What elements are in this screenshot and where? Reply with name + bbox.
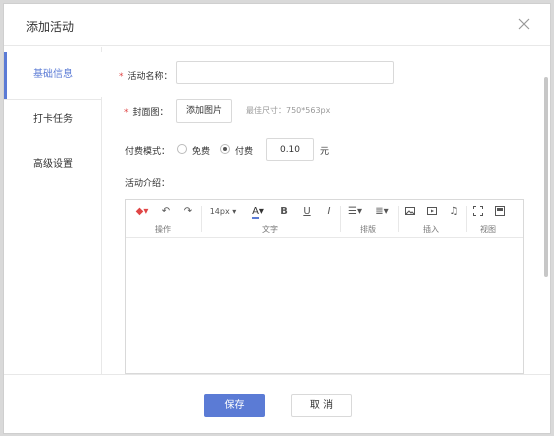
scrollbar[interactable] bbox=[543, 47, 549, 374]
editor-toolbar: ◆▾ ↶ ↷ 操作 14px ▾ A▾ B U I 文字 ☰▾ ≣▾ 排版 ♫ … bbox=[126, 200, 523, 238]
sidebar-item-label: 打卡任务 bbox=[33, 114, 73, 125]
dialog-footer: 保存 取 消 bbox=[4, 374, 550, 433]
scrollbar-thumb[interactable] bbox=[544, 77, 548, 277]
bold-icon[interactable]: B bbox=[279, 206, 289, 218]
font-size-select[interactable]: 14px ▾ bbox=[207, 206, 239, 218]
activity-name-input[interactable] bbox=[176, 61, 394, 84]
save-button[interactable]: 保存 bbox=[204, 394, 265, 417]
align-icon[interactable]: ☰▾ bbox=[346, 206, 364, 218]
toolbar-separator bbox=[340, 206, 341, 232]
undo-icon[interactable]: ↶ bbox=[160, 206, 172, 218]
italic-icon[interactable]: I bbox=[324, 206, 334, 218]
paid-radio-label: 付费 bbox=[235, 147, 254, 157]
list-icon[interactable]: ≣▾ bbox=[372, 206, 392, 218]
price-input[interactable] bbox=[266, 138, 314, 161]
sidebar-item-label: 基础信息 bbox=[33, 69, 73, 80]
sidebar-item-label: 高级设置 bbox=[33, 159, 73, 170]
toolbar-separator bbox=[466, 206, 467, 232]
video-icon[interactable] bbox=[426, 206, 438, 218]
required-mark: * bbox=[124, 108, 129, 118]
activity-name-label: * 活动名称： bbox=[119, 72, 173, 82]
clear-format-icon[interactable]: ◆▾ bbox=[132, 206, 152, 218]
toolbar-group-text: 文字 bbox=[262, 225, 278, 234]
cover-image-label: * 封面图： bbox=[124, 108, 169, 118]
dialog-header: 添加活动 bbox=[4, 4, 550, 46]
music-icon[interactable]: ♫ bbox=[448, 206, 460, 218]
close-icon[interactable] bbox=[514, 14, 534, 34]
paid-radio[interactable] bbox=[220, 144, 230, 154]
add-activity-dialog: 添加活动 基础信息 打卡任务 高级设置 * 活动名称： * 封面图： 添加图片 最佳… bbox=[3, 3, 551, 434]
rich-text-editor[interactable]: ◆▾ ↶ ↷ 操作 14px ▾ A▾ B U I 文字 ☰▾ ≣▾ 排版 ♫ … bbox=[125, 199, 524, 374]
toolbar-group-insert: 插入 bbox=[423, 225, 439, 234]
sidebar: 基础信息 打卡任务 高级设置 bbox=[4, 47, 102, 374]
sidebar-item-basic-info[interactable]: 基础信息 bbox=[4, 52, 102, 100]
fullscreen-icon[interactable] bbox=[472, 206, 484, 218]
redo-icon[interactable]: ↷ bbox=[182, 206, 194, 218]
image-icon[interactable] bbox=[404, 206, 416, 218]
pay-mode-label: 付费模式： bbox=[125, 147, 171, 157]
dialog-title: 添加活动 bbox=[26, 20, 75, 34]
source-code-icon[interactable] bbox=[494, 206, 506, 218]
intro-label: 活动介绍： bbox=[125, 179, 171, 189]
price-unit: 元 bbox=[320, 147, 330, 157]
toolbar-separator bbox=[201, 206, 202, 232]
font-color-icon[interactable]: A▾ bbox=[249, 206, 267, 219]
cancel-button[interactable]: 取 消 bbox=[291, 394, 352, 417]
toolbar-group-layout: 排版 bbox=[360, 225, 376, 234]
sidebar-item-checkin-tasks[interactable]: 打卡任务 bbox=[4, 97, 102, 142]
cover-size-hint: 最佳尺寸：750*563px bbox=[246, 106, 331, 115]
required-mark: * bbox=[119, 72, 124, 82]
add-image-button[interactable]: 添加图片 bbox=[176, 99, 232, 123]
toolbar-group-operate: 操作 bbox=[155, 225, 171, 234]
free-radio-label: 免费 bbox=[192, 147, 211, 157]
underline-icon[interactable]: U bbox=[302, 206, 312, 218]
sidebar-item-advanced-settings[interactable]: 高级设置 bbox=[4, 142, 102, 187]
toolbar-group-view: 视图 bbox=[480, 225, 496, 234]
free-radio[interactable] bbox=[177, 144, 187, 154]
toolbar-separator bbox=[398, 206, 399, 232]
